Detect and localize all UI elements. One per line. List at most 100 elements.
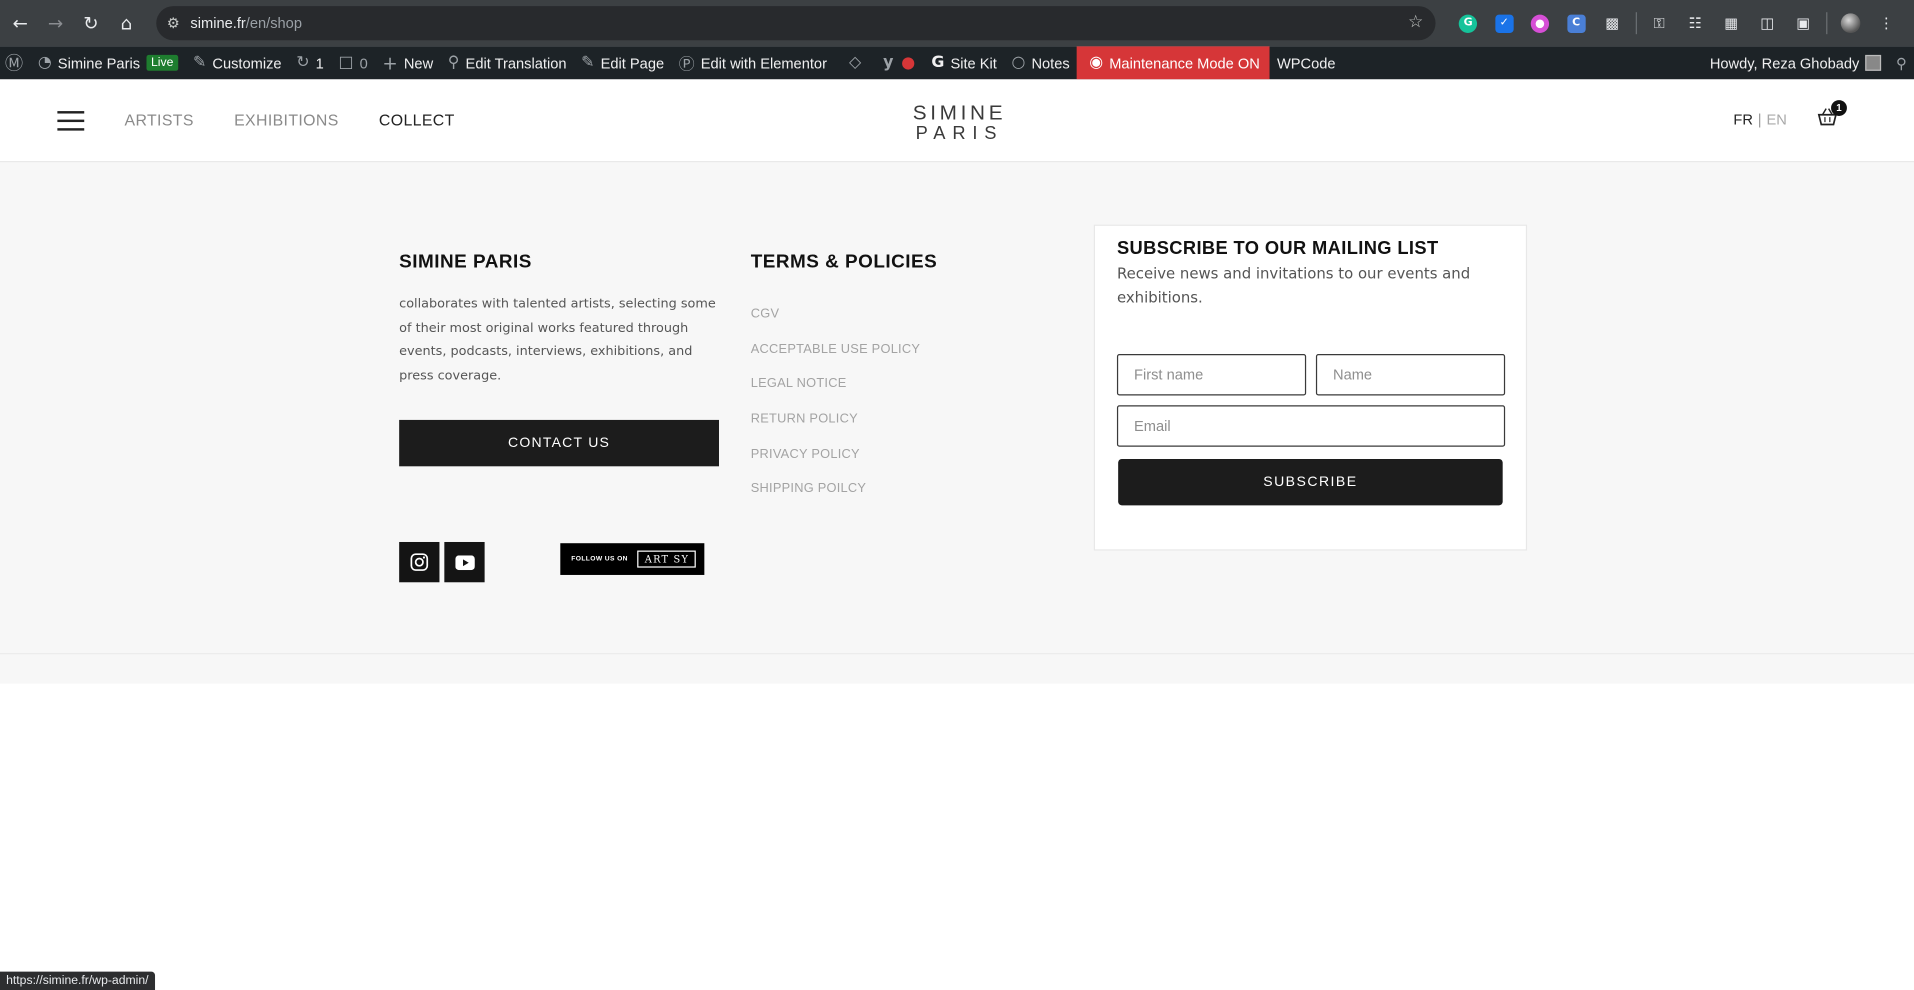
- url-host: simine.fr: [190, 14, 246, 32]
- admin-edit-page[interactable]: ✎ Edit Page: [574, 46, 672, 79]
- url-text[interactable]: simine.fr/en/shop: [190, 15, 302, 32]
- admin-comments[interactable]: □ 0: [331, 46, 375, 79]
- user-avatar: [1865, 54, 1882, 71]
- admin-edit-translation[interactable]: ⚲ Edit Translation: [440, 46, 573, 79]
- maintenance-label: Maintenance Mode ON: [1109, 54, 1260, 72]
- newsletter-form: SUBSCRIBE TO OUR MAILING LIST Receive ne…: [1093, 224, 1528, 551]
- cart-button[interactable]: 1: [1816, 100, 1847, 130]
- edit-translation-label: Edit Translation: [465, 54, 567, 72]
- edit-page-label: Edit Page: [600, 54, 665, 72]
- policy-link-acceptable-use[interactable]: ACCEPTABLE USE POLICY: [751, 341, 938, 376]
- policy-list: CGV ACCEPTABLE USE POLICY LEGAL NOTICE R…: [751, 306, 938, 516]
- url-path: /en/shop: [245, 14, 302, 32]
- toolbar-divider: [1826, 12, 1828, 35]
- wp-logo-icon[interactable]: Ⓜ: [0, 46, 31, 79]
- admin-notes[interactable]: ○ Notes: [1004, 46, 1077, 79]
- howdy-label: Howdy, Reza Ghobady: [1709, 54, 1860, 72]
- forward-icon[interactable]: →: [38, 0, 73, 46]
- policy-link-shipping[interactable]: SHIPPING POILCY: [751, 481, 938, 516]
- dashboard-icon: ◔: [37, 53, 52, 73]
- customize-label: Customize: [212, 54, 282, 72]
- admin-customize[interactable]: ✎ Customize: [186, 46, 289, 79]
- brush-icon: ✎: [192, 53, 207, 73]
- admin-yoast[interactable]: y: [876, 46, 924, 79]
- site-logo[interactable]: SIMINE PARIS: [903, 103, 1015, 143]
- site-footer: SIMINE PARIS collaborates with talented …: [0, 162, 1914, 654]
- qr-code-icon[interactable]: ▦: [1713, 0, 1749, 46]
- email-input[interactable]: Email: [1116, 405, 1506, 447]
- first-name-input[interactable]: First name: [1116, 354, 1307, 396]
- diamond-icon: ◇: [848, 53, 862, 73]
- contact-us-button[interactable]: CONTACT US: [399, 419, 719, 467]
- back-icon[interactable]: ←: [2, 0, 37, 46]
- admin-new[interactable]: + New: [375, 46, 440, 79]
- lang-fr[interactable]: FR: [1733, 111, 1753, 128]
- artsy-logo: ART SY: [637, 550, 697, 568]
- admin-maintenance-mode[interactable]: ◉ Maintenance Mode ON: [1077, 46, 1270, 80]
- comment-icon: □: [338, 53, 354, 73]
- nav-exhibitions[interactable]: EXHIBITIONS: [234, 111, 339, 129]
- admin-wpcode[interactable]: WPCode: [1270, 46, 1343, 79]
- site-kit-label: Site Kit: [950, 54, 997, 72]
- newsletter-description: Receive news and invitations to our even…: [1116, 264, 1471, 306]
- site-settings-icon[interactable]: ⚙: [156, 15, 190, 32]
- home-icon[interactable]: ⌂: [109, 0, 144, 46]
- footer-bottom-strip: [0, 653, 1914, 684]
- admin-site-name[interactable]: ◔ Simine Paris Live: [31, 46, 186, 79]
- circle-extension-icon[interactable]: [1522, 0, 1558, 46]
- more-menu-icon[interactable]: ⋮: [1868, 0, 1904, 46]
- grammarly-icon[interactable]: G: [1450, 0, 1486, 46]
- youtube-icon[interactable]: [444, 541, 485, 583]
- admin-diamond[interactable]: ◇: [834, 46, 876, 79]
- reload-icon[interactable]: ↻: [73, 0, 108, 46]
- nav-artists[interactable]: ARTISTS: [125, 111, 194, 129]
- payment-card-icon[interactable]: ▣: [1785, 0, 1821, 46]
- terms-column: TERMS & POLICIES CGV ACCEPTABLE USE POLI…: [751, 251, 938, 516]
- subscribe-button[interactable]: SUBSCRIBE: [1118, 458, 1503, 506]
- color-picker-extension-icon[interactable]: C: [1558, 0, 1594, 46]
- profile-avatar[interactable]: [1832, 0, 1868, 46]
- instagram-icon[interactable]: [399, 541, 440, 583]
- main-navigation: ARTISTS EXHIBITIONS COLLECT: [125, 111, 495, 129]
- link-status-tooltip: https://simine.fr/wp-admin/: [0, 971, 155, 990]
- admin-howdy[interactable]: Howdy, Reza Ghobady: [1702, 46, 1888, 79]
- logo-line1: SIMINE: [912, 101, 1007, 125]
- artsy-follow-badge[interactable]: FOLLOW US ON ART SY: [560, 543, 705, 575]
- admin-bar-right: Howdy, Reza Ghobady ⚲: [1702, 46, 1914, 79]
- translate-icon[interactable]: ☷: [1677, 0, 1713, 46]
- plus-icon: +: [382, 51, 398, 74]
- extensions-puzzle-icon[interactable]: ▩: [1594, 0, 1630, 46]
- wpcode-label: WPCode: [1276, 54, 1336, 72]
- policy-link-return[interactable]: RETURN POLICY: [751, 411, 938, 446]
- site-header: ARTISTS EXHIBITIONS COLLECT SIMINE PARIS…: [0, 79, 1914, 163]
- nav-collect[interactable]: COLLECT: [379, 111, 455, 129]
- newsletter-title: SUBSCRIBE TO OUR MAILING LIST: [1116, 238, 1439, 259]
- new-label: New: [403, 54, 434, 72]
- hamburger-menu-icon[interactable]: [57, 111, 85, 131]
- admin-edit-elementor[interactable]: Ⓟ Edit with Elementor: [671, 46, 834, 79]
- yoast-icon: y: [883, 53, 894, 73]
- browser-toolbar: ← → ↻ ⌂ ⚙ simine.fr/en/shop ☆ G ✓ C ▩ ⚿ …: [0, 0, 1914, 47]
- logo-line2: PARIS: [915, 123, 1004, 145]
- lang-en[interactable]: EN: [1767, 111, 1787, 128]
- policy-link-cgv[interactable]: CGV: [751, 306, 938, 341]
- policy-link-privacy[interactable]: PRIVACY POLICY: [751, 446, 938, 481]
- updates-count: 1: [315, 54, 324, 72]
- password-key-icon[interactable]: ⚿: [1641, 0, 1677, 46]
- cart-count-badge: 1: [1831, 100, 1847, 116]
- bookmark-star-icon[interactable]: ☆: [1408, 12, 1423, 32]
- pencil-icon: ✎: [581, 53, 595, 73]
- policy-link-legal-notice[interactable]: LEGAL NOTICE: [751, 376, 938, 411]
- about-column: SIMINE PARIS collaborates with talented …: [399, 251, 722, 583]
- shield-extension-icon[interactable]: ✓: [1486, 0, 1522, 46]
- admin-updates[interactable]: ↻ 1: [289, 46, 331, 79]
- last-name-input[interactable]: Name: [1315, 354, 1506, 396]
- google-g-icon: G: [931, 53, 945, 73]
- seo-status-dot: [902, 56, 915, 69]
- address-bar[interactable]: ⚙ simine.fr/en/shop ☆: [156, 6, 1436, 41]
- extensions-bar: G ✓ C ▩ ⚿ ☷ ▦ ◫ ▣ ⋮: [1450, 0, 1904, 46]
- admin-search-icon[interactable]: ⚲: [1889, 46, 1914, 79]
- admin-site-kit[interactable]: G Site Kit: [924, 46, 1004, 79]
- wp-admin-bar: Ⓜ ◔ Simine Paris Live ✎ Customize ↻ 1 □ 0 + Ne…: [0, 46, 1914, 80]
- reading-mode-icon[interactable]: ◫: [1749, 0, 1785, 46]
